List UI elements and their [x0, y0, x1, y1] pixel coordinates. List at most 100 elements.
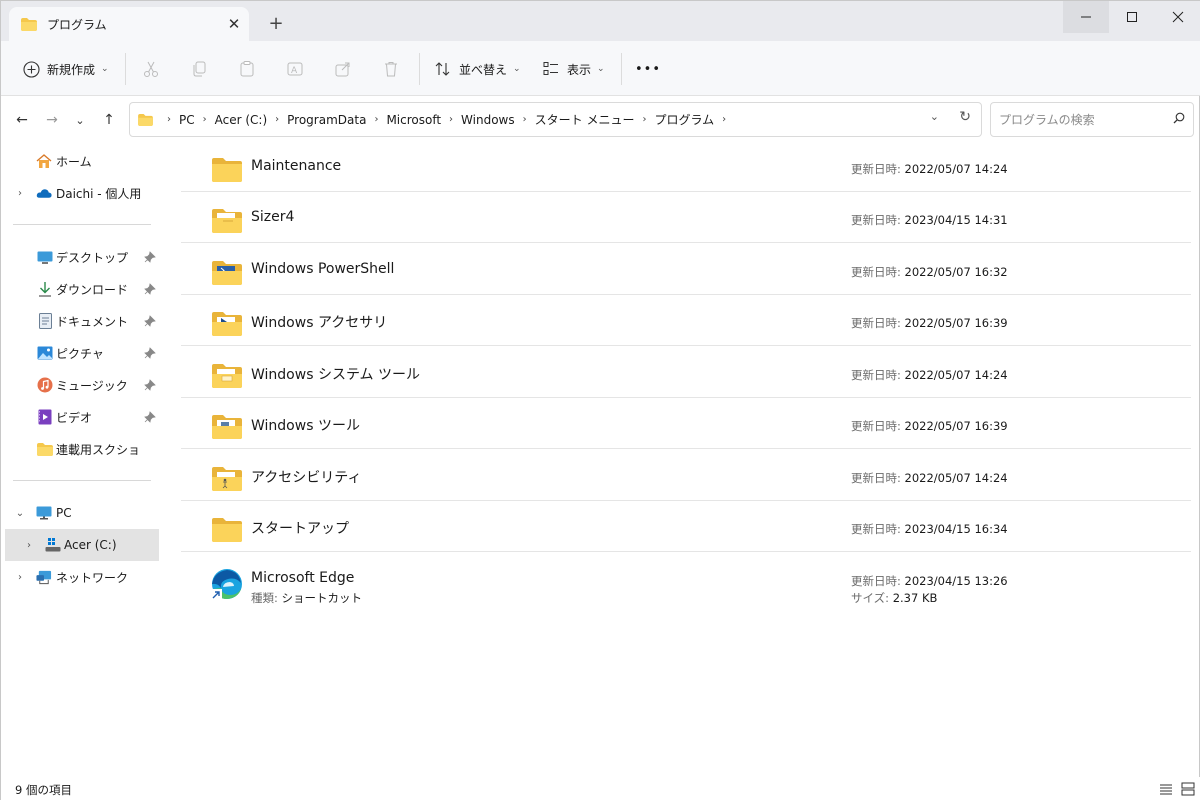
back-button[interactable]: ←: [11, 109, 33, 131]
sidebar-item-downloads[interactable]: ダウンロード: [1, 273, 159, 305]
details-view-button[interactable]: [1157, 780, 1175, 798]
refresh-icon[interactable]: ↻: [959, 109, 971, 125]
sidebar-item-documents[interactable]: ドキュメント: [1, 305, 159, 337]
sidebar-item-drive-c[interactable]: › Acer (C:): [5, 529, 159, 561]
file-name: Sizer4: [251, 209, 295, 225]
chevron-down-icon[interactable]: ⌄: [14, 508, 26, 519]
separator: [621, 53, 622, 85]
sidebar-item-videos[interactable]: ビデオ: [1, 401, 159, 433]
address-bar[interactable]: › PC › Acer (C:) › ProgramData › Microso…: [129, 102, 982, 137]
modified-date: 更新日時: 2022/05/07 16:39: [851, 419, 1008, 433]
sidebar-item-pictures[interactable]: ピクチャ: [1, 337, 159, 369]
music-icon: [37, 377, 53, 393]
view-button[interactable]: 表示 ⌄: [541, 55, 605, 83]
chevron-down-icon: ⌄: [597, 64, 605, 74]
arrow-left-icon: ←: [16, 112, 28, 128]
maximize-icon: [1127, 12, 1137, 22]
pin-icon[interactable]: [144, 315, 156, 327]
maximize-button[interactable]: [1109, 1, 1155, 33]
sidebar-item-pc[interactable]: ⌄ PC: [1, 497, 159, 529]
copy-icon: [189, 59, 209, 79]
modified-date: 更新日時: 2023/04/15 13:26: [851, 574, 1008, 588]
new-button[interactable]: 新規作成 ⌄: [21, 55, 109, 83]
accessibility-folder-icon: [212, 467, 242, 491]
close-tab-icon[interactable]: ✕: [219, 15, 249, 33]
search-box[interactable]: [990, 102, 1194, 137]
sidebar-item-screenshots[interactable]: 連載用スクショ: [1, 433, 159, 465]
sidebar-item-home[interactable]: ホーム: [1, 145, 159, 177]
system-tools-folder-icon: [212, 364, 242, 388]
arrow-up-icon: ↑: [103, 112, 115, 128]
close-window-button[interactable]: [1155, 1, 1200, 33]
new-tab-button[interactable]: +: [263, 11, 289, 37]
sidebar-item-label: ネットワーク: [56, 570, 129, 585]
chevron-right-icon[interactable]: ›: [642, 114, 646, 125]
chevron-right-icon[interactable]: ›: [374, 114, 378, 125]
sort-button[interactable]: 並べ替え ⌄: [433, 55, 521, 83]
pin-icon[interactable]: [144, 251, 156, 263]
document-icon: [37, 313, 53, 329]
delete-button[interactable]: [381, 55, 401, 83]
list-item[interactable]: Windows PowerShell 更新日時: 2022/05/07 16:3…: [181, 244, 1191, 295]
sidebar-item-music[interactable]: ミュージック: [1, 369, 159, 401]
tiles-view-button[interactable]: [1179, 780, 1197, 798]
list-item[interactable]: Sizer4 更新日時: 2023/04/15 14:31: [181, 192, 1191, 243]
file-name: Windows ツール: [251, 418, 360, 434]
chevron-right-icon[interactable]: ›: [523, 114, 527, 125]
share-icon: [333, 59, 353, 79]
list-item[interactable]: アクセシビリティ 更新日時: 2022/05/07 14:24: [181, 450, 1191, 501]
address-history-chevron-icon[interactable]: ⌄: [930, 110, 939, 123]
pin-icon[interactable]: [144, 411, 156, 423]
pin-icon[interactable]: [144, 283, 156, 295]
search-icon[interactable]: [1165, 112, 1193, 127]
tab-programs[interactable]: プログラム ✕: [9, 7, 249, 41]
share-button[interactable]: [333, 55, 353, 83]
list-item[interactable]: スタートアップ 更新日時: 2023/04/15 16:34: [181, 501, 1191, 552]
list-item[interactable]: Windows ツール 更新日時: 2022/05/07 16:39: [181, 398, 1191, 449]
chevron-right-icon[interactable]: ›: [203, 114, 207, 125]
breadcrumb-microsoft[interactable]: Microsoft: [386, 113, 441, 127]
breadcrumb-windows[interactable]: Windows: [461, 113, 515, 127]
chevron-right-icon[interactable]: ›: [23, 540, 35, 551]
close-icon: [1172, 11, 1184, 23]
sidebar-item-label: ミュージック: [56, 378, 128, 393]
chevron-right-icon[interactable]: ›: [14, 188, 26, 199]
item-count: 9 個の項目: [15, 783, 72, 797]
cut-button[interactable]: [141, 55, 161, 83]
breadcrumb-programs[interactable]: プログラム: [654, 111, 714, 128]
rename-button[interactable]: A: [285, 55, 305, 83]
chevron-right-icon[interactable]: ›: [275, 114, 279, 125]
up-button[interactable]: ↑: [98, 109, 120, 131]
minimize-button[interactable]: [1063, 1, 1109, 33]
chevron-right-icon[interactable]: ›: [722, 114, 726, 125]
file-name: Windows PowerShell: [251, 261, 395, 277]
pin-icon[interactable]: [144, 347, 156, 359]
list-item[interactable]: Microsoft Edge 更新日時: 2023/04/15 13:26 種類…: [181, 553, 1191, 613]
more-options-button[interactable]: •••: [635, 55, 661, 83]
modified-date: 更新日時: 2022/05/07 14:24: [851, 471, 1008, 485]
breadcrumb-programdata[interactable]: ProgramData: [287, 113, 366, 127]
sidebar-item-desktop[interactable]: デスクトップ: [1, 241, 159, 273]
more-options-icon: •••: [635, 61, 662, 77]
chevron-right-icon[interactable]: ›: [449, 114, 453, 125]
chevron-right-icon[interactable]: ›: [14, 572, 26, 583]
forward-button[interactable]: →: [41, 109, 63, 131]
copy-button[interactable]: [189, 55, 209, 83]
breadcrumb-pc[interactable]: PC: [179, 113, 195, 127]
tiles-view-icon: [1181, 782, 1195, 796]
list-item[interactable]: Windows アクセサリ 更新日時: 2022/05/07 16:39: [181, 295, 1191, 346]
pin-icon[interactable]: [144, 379, 156, 391]
sidebar-item-onedrive[interactable]: › Daichi - 個人用: [1, 177, 159, 209]
breadcrumb-start-menu[interactable]: スタート メニュー: [535, 111, 635, 128]
sidebar-item-label: 連載用スクショ: [56, 442, 141, 457]
list-item[interactable]: Maintenance 更新日時: 2022/05/07 14:24: [181, 141, 1191, 192]
chevron-down-icon: ⌄: [101, 64, 109, 74]
breadcrumb-drive[interactable]: Acer (C:): [215, 113, 268, 127]
sidebar-item-network[interactable]: › ネットワーク: [1, 561, 159, 593]
paste-button[interactable]: [237, 55, 257, 83]
recent-locations-button[interactable]: ⌄: [69, 109, 91, 131]
chevron-down-icon: ⌄: [75, 113, 85, 127]
search-input[interactable]: [999, 112, 1165, 127]
list-item[interactable]: Windows システム ツール 更新日時: 2022/05/07 14:24: [181, 347, 1191, 398]
sidebar-item-label: ビデオ: [56, 410, 93, 425]
